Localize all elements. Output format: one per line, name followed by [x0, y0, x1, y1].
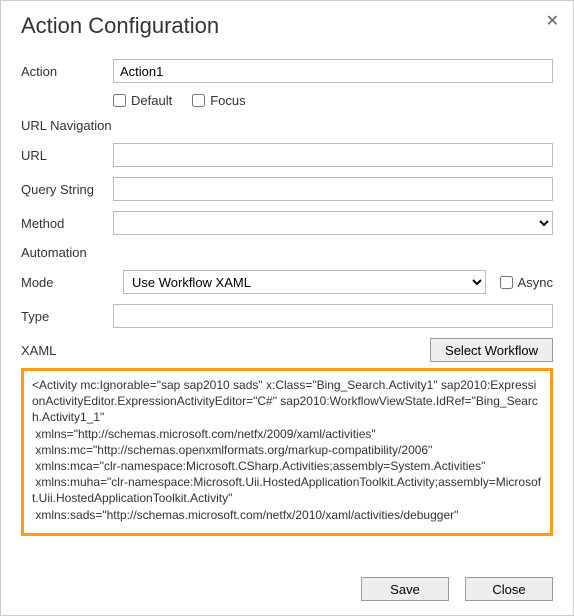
- automation-heading: Automation: [21, 245, 553, 260]
- url-row: URL: [21, 143, 553, 167]
- xaml-row: XAML Select Workflow: [21, 338, 553, 362]
- query-string-row: Query String: [21, 177, 553, 201]
- xaml-textarea[interactable]: <Activity mc:Ignorable="sap sap2010 sads…: [21, 368, 553, 536]
- close-icon[interactable]: ✕: [546, 11, 559, 31]
- query-string-input[interactable]: [113, 177, 553, 201]
- focus-checkbox-wrap[interactable]: Focus: [192, 93, 245, 108]
- action-row: Action: [21, 59, 553, 83]
- action-label: Action: [21, 64, 113, 79]
- method-row: Method: [21, 211, 553, 235]
- async-label: Async: [518, 275, 553, 290]
- default-checkbox-wrap[interactable]: Default: [113, 93, 172, 108]
- default-checkbox[interactable]: [113, 94, 126, 107]
- type-row: Type: [21, 304, 553, 328]
- mode-label: Mode: [21, 275, 113, 290]
- select-workflow-button[interactable]: Select Workflow: [430, 338, 553, 362]
- url-label: URL: [21, 148, 113, 163]
- mode-select[interactable]: Use Workflow XAML: [123, 270, 486, 294]
- query-string-label: Query String: [21, 182, 113, 197]
- default-label: Default: [131, 93, 172, 108]
- focus-label: Focus: [210, 93, 245, 108]
- save-button[interactable]: Save: [361, 577, 449, 601]
- url-input[interactable]: [113, 143, 553, 167]
- page-title: Action Configuration: [21, 13, 553, 39]
- focus-checkbox[interactable]: [192, 94, 205, 107]
- type-input[interactable]: [113, 304, 553, 328]
- footer-buttons: Save Close: [361, 577, 553, 601]
- url-navigation-heading: URL Navigation: [21, 118, 553, 133]
- async-checkbox-wrap[interactable]: Async: [500, 275, 553, 290]
- action-options-row: Default Focus: [21, 93, 553, 108]
- action-input[interactable]: [113, 59, 553, 83]
- type-label: Type: [21, 309, 113, 324]
- xaml-label: XAML: [21, 343, 113, 358]
- async-checkbox[interactable]: [500, 276, 513, 289]
- close-button[interactable]: Close: [465, 577, 553, 601]
- method-select[interactable]: [113, 211, 553, 235]
- method-label: Method: [21, 216, 113, 231]
- mode-row: Mode Use Workflow XAML Async: [21, 270, 553, 294]
